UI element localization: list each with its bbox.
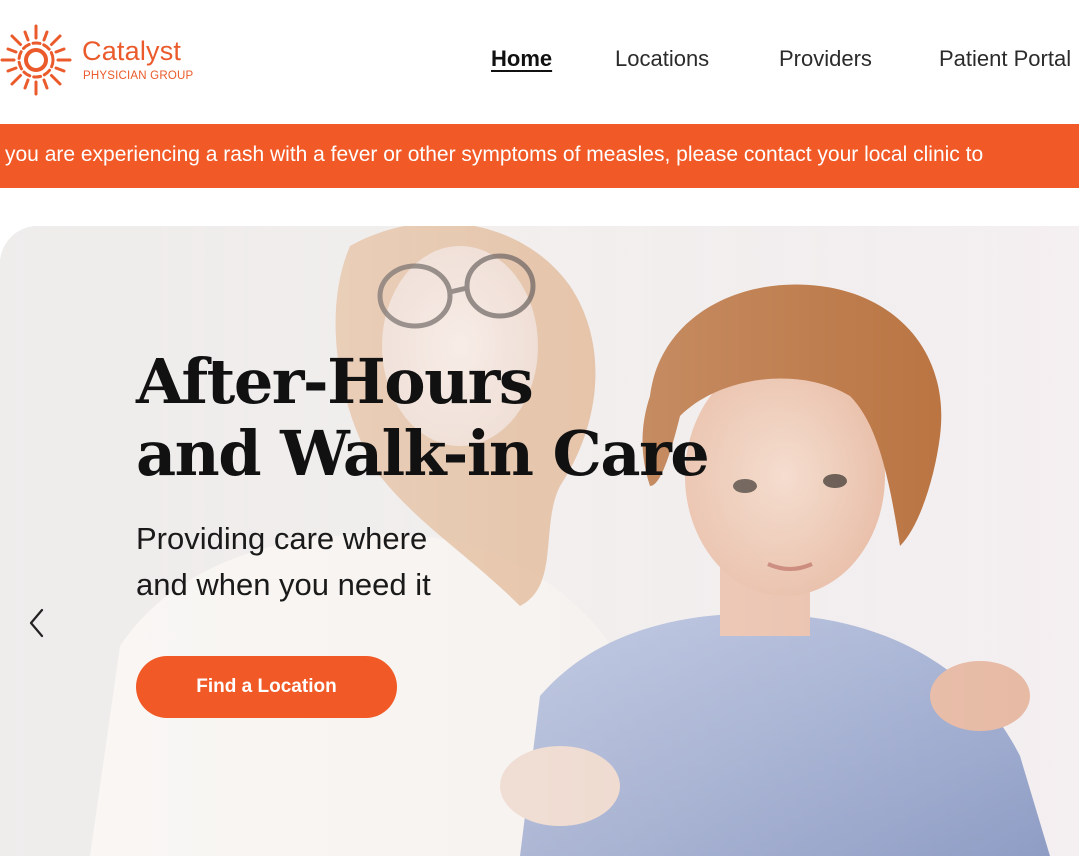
- site-header: Catalyst PHYSICIAN GROUP Home Locations …: [0, 0, 1079, 124]
- hero-subtitle: Providing care where and when you need i…: [136, 516, 431, 608]
- find-location-button[interactable]: Find a Location: [136, 656, 397, 718]
- hero-carousel: After-Hours and Walk-in Care Providing c…: [0, 226, 1079, 856]
- alert-banner: you are experiencing a rash with a fever…: [0, 124, 1079, 188]
- hero-subtitle-line-1: Providing care where: [136, 521, 428, 556]
- nav-locations[interactable]: Locations: [615, 46, 709, 72]
- hero-title: After-Hours and Walk-in Care: [136, 345, 710, 490]
- main-nav: Home Locations Providers Patient Portal: [0, 46, 1079, 76]
- nav-home[interactable]: Home: [491, 46, 552, 72]
- nav-providers[interactable]: Providers: [779, 46, 872, 72]
- hero-title-line-1: After-Hours: [136, 345, 534, 418]
- hero-subtitle-line-2: and when you need it: [136, 567, 431, 602]
- alert-text: you are experiencing a rash with a fever…: [5, 143, 984, 166]
- hero-title-line-2: and Walk-in Care: [136, 417, 710, 490]
- chevron-left-icon[interactable]: [22, 606, 52, 640]
- nav-patient-portal[interactable]: Patient Portal: [939, 46, 1071, 72]
